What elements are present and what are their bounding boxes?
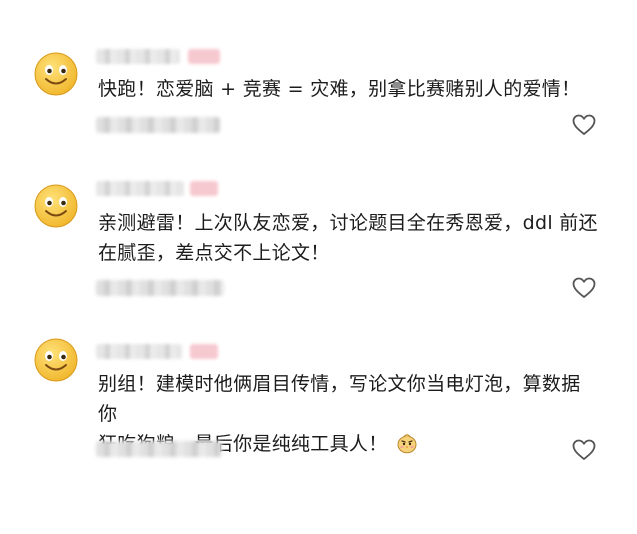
smiley-face-icon [34,184,78,228]
user-badge-blurred [190,181,218,196]
sad-chick-emoji-icon [396,432,418,454]
comment-text-line: 快跑！恋爱脑 + 竞赛 = 灾难，别拿比赛赌别人的爱情！ [98,78,581,100]
comment-text-line: 别组！建模时他俩眉目传情，写论文你当电灯泡，算数据你 [98,373,581,425]
smiley-face-icon [34,338,78,382]
comment-text-line: 在腻歪，差点交不上论文！ [98,242,330,264]
user-badge-blurred [190,344,218,359]
like-button[interactable] [572,114,596,136]
username-blurred[interactable] [96,344,182,359]
like-button[interactable] [572,439,596,461]
user-badge-blurred [188,49,220,64]
heart-outline-icon [572,277,596,298]
smiley-face-icon [34,52,78,96]
heart-outline-icon [572,114,596,135]
heart-outline-icon [572,439,596,460]
avatar[interactable] [34,184,78,228]
avatar[interactable] [34,338,78,382]
like-button[interactable] [572,277,596,299]
avatar[interactable] [34,52,78,96]
comment-text: 快跑！恋爱脑 + 竞赛 = 灾难，别拿比赛赌别人的爱情！ [98,74,598,104]
comment-text-line: 亲测避雷！上次队友恋爱，讨论题目全在秀恩爱，ddl 前还 [98,212,598,234]
username-blurred[interactable] [96,181,184,196]
comment-meta-blurred [96,117,220,133]
comment-text: 亲测避雷！上次队友恋爱，讨论题目全在秀恩爱，ddl 前还 在腻歪，差点交不上论文… [98,208,598,268]
comment-meta-blurred [96,280,224,296]
comment-meta-blurred [96,441,222,457]
username-blurred[interactable] [96,49,180,64]
